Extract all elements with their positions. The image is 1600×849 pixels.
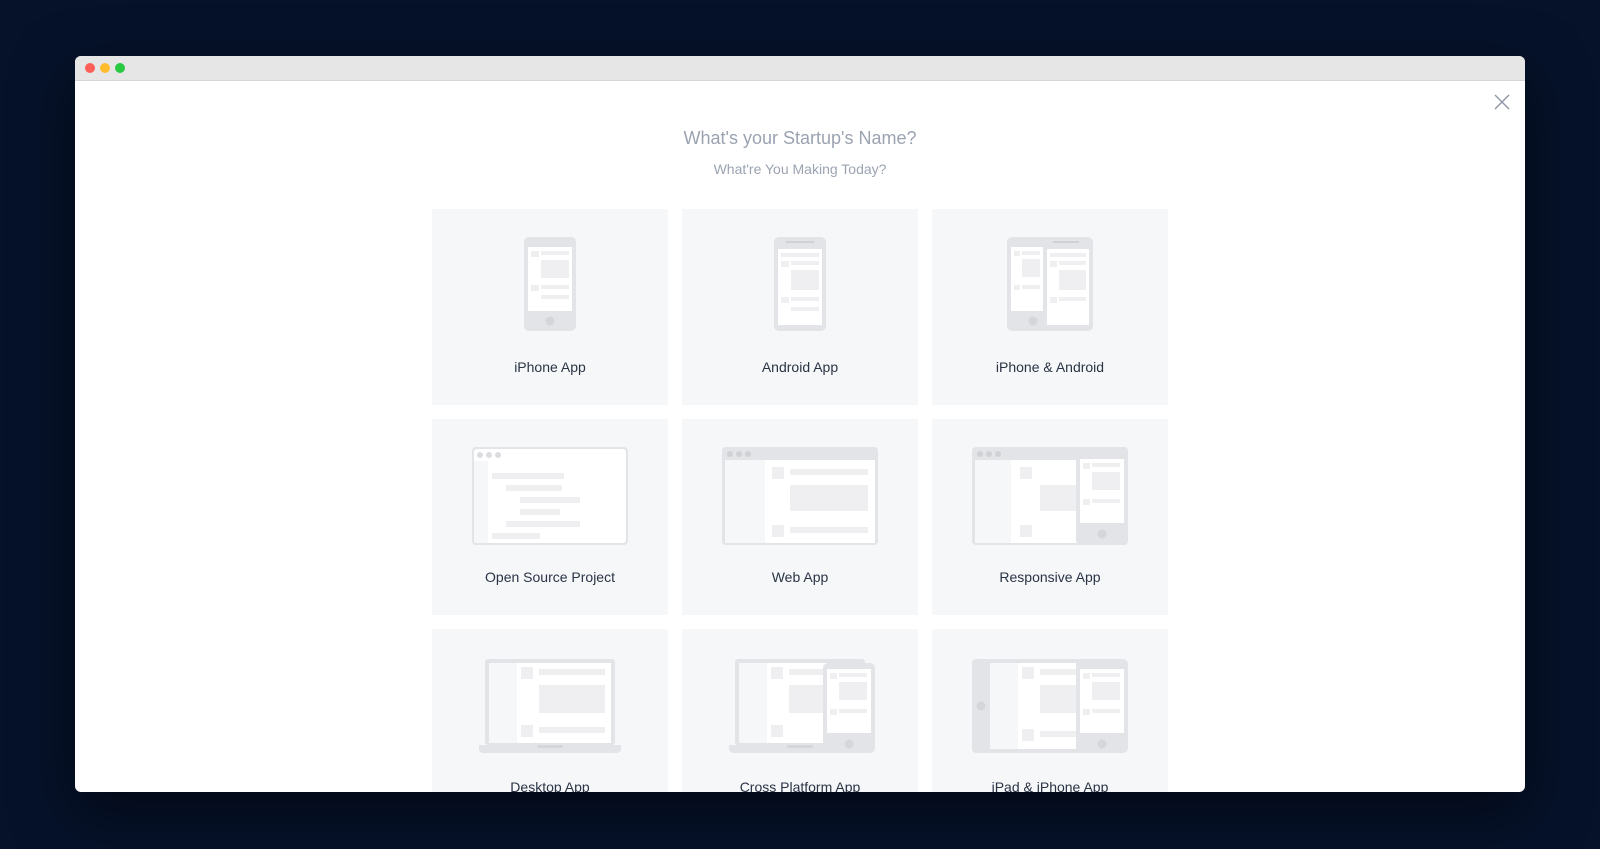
ipad-iphone-icon: [972, 659, 1128, 753]
project-type-grid: iPhone App Android App iPhone & Android …: [432, 209, 1168, 792]
cross-platform-icon: [729, 659, 875, 753]
option-label: iPhone App: [514, 359, 586, 375]
option-card-cross-platform-app[interactable]: Cross Platform App: [682, 629, 918, 792]
web-browser-icon: [722, 447, 878, 545]
option-label: Open Source Project: [485, 569, 615, 585]
app-window: What's your Startup's Name? What're You …: [75, 56, 1525, 792]
option-card-iphone-app[interactable]: iPhone App: [432, 209, 668, 405]
minimize-window-button[interactable]: [100, 63, 110, 73]
title-bar: [75, 56, 1525, 81]
option-card-iphone-android[interactable]: iPhone & Android: [932, 209, 1168, 405]
option-card-web-app[interactable]: Web App: [682, 419, 918, 615]
page-title: What's your Startup's Name?: [683, 128, 917, 148]
option-card-desktop-app[interactable]: Desktop App: [432, 629, 668, 792]
option-card-ipad-iphone-app[interactable]: iPad & iPhone App: [932, 629, 1168, 792]
open-source-browser-icon: [472, 447, 628, 545]
option-label: Desktop App: [510, 779, 590, 792]
option-card-open-source-project[interactable]: Open Source Project: [432, 419, 668, 615]
close-window-button[interactable]: [85, 63, 95, 73]
page-subtitle: What're You Making Today?: [713, 161, 887, 177]
responsive-icon: [972, 447, 1128, 545]
option-label: Responsive App: [999, 569, 1101, 585]
option-label: Web App: [771, 569, 829, 585]
modal-content: What's your Startup's Name? What're You …: [75, 81, 1525, 792]
iphone-icon: [524, 237, 576, 331]
android-phone-icon: [774, 237, 826, 331]
option-card-responsive-app[interactable]: Responsive App: [932, 419, 1168, 615]
close-icon[interactable]: [1491, 91, 1513, 113]
laptop-icon: [479, 659, 621, 753]
option-label: iPhone & Android: [995, 359, 1105, 375]
option-label: iPad & iPhone App: [991, 779, 1109, 792]
maximize-window-button[interactable]: [115, 63, 125, 73]
option-label: Cross Platform App: [739, 779, 861, 792]
iphone-android-icon: [1007, 237, 1093, 331]
option-card-android-app[interactable]: Android App: [682, 209, 918, 405]
option-label: Android App: [761, 359, 839, 375]
